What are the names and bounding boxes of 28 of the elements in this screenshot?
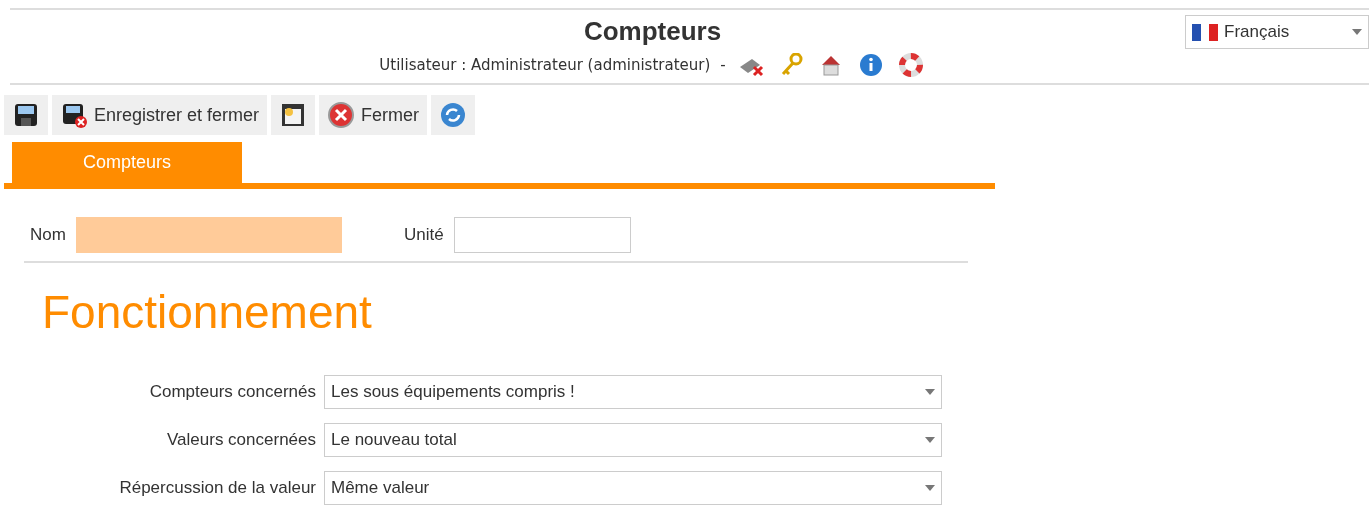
dropdown[interactable]: Même valeur — [324, 471, 942, 505]
floppy-disk-cross-icon — [60, 101, 88, 129]
caret-icon — [925, 389, 935, 395]
text-field[interactable] — [453, 217, 631, 253]
caret-icon — [925, 485, 935, 491]
refresh-icon — [439, 101, 468, 129]
floppy-disk-cross-button[interactable]: Enregistrer et fermer — [52, 95, 268, 135]
user-info: Utilisateur : Administrateur (administrateur) — [379, 56, 711, 74]
field-label: Unité — [403, 225, 444, 245]
language-dropdown[interactable]: Français — [1185, 15, 1369, 49]
flag-icon — [1192, 23, 1218, 41]
refresh-button[interactable] — [431, 95, 476, 135]
section-heading: Fonctionnement — [42, 285, 373, 339]
close-button[interactable]: Fermer — [319, 95, 428, 135]
field-label: Nom — [30, 225, 66, 245]
dropdown[interactable]: Le nouveau total — [324, 423, 942, 457]
text-field[interactable] — [75, 217, 342, 253]
caret-icon — [925, 437, 935, 443]
separator-text: - — [720, 56, 726, 74]
field-label: Valeurs concernées — [166, 430, 316, 450]
dropdown[interactable]: Les sous équipements compris ! — [324, 375, 942, 409]
window-button[interactable] — [271, 95, 316, 135]
field-label: Compteurs concernés — [148, 382, 316, 402]
close-icon — [327, 101, 356, 129]
field-label: Répercussion de la valeur — [118, 478, 316, 498]
floppy-disk-button[interactable] — [4, 95, 48, 135]
caret-icon — [1352, 29, 1362, 35]
page-title: Compteurs — [583, 16, 722, 47]
